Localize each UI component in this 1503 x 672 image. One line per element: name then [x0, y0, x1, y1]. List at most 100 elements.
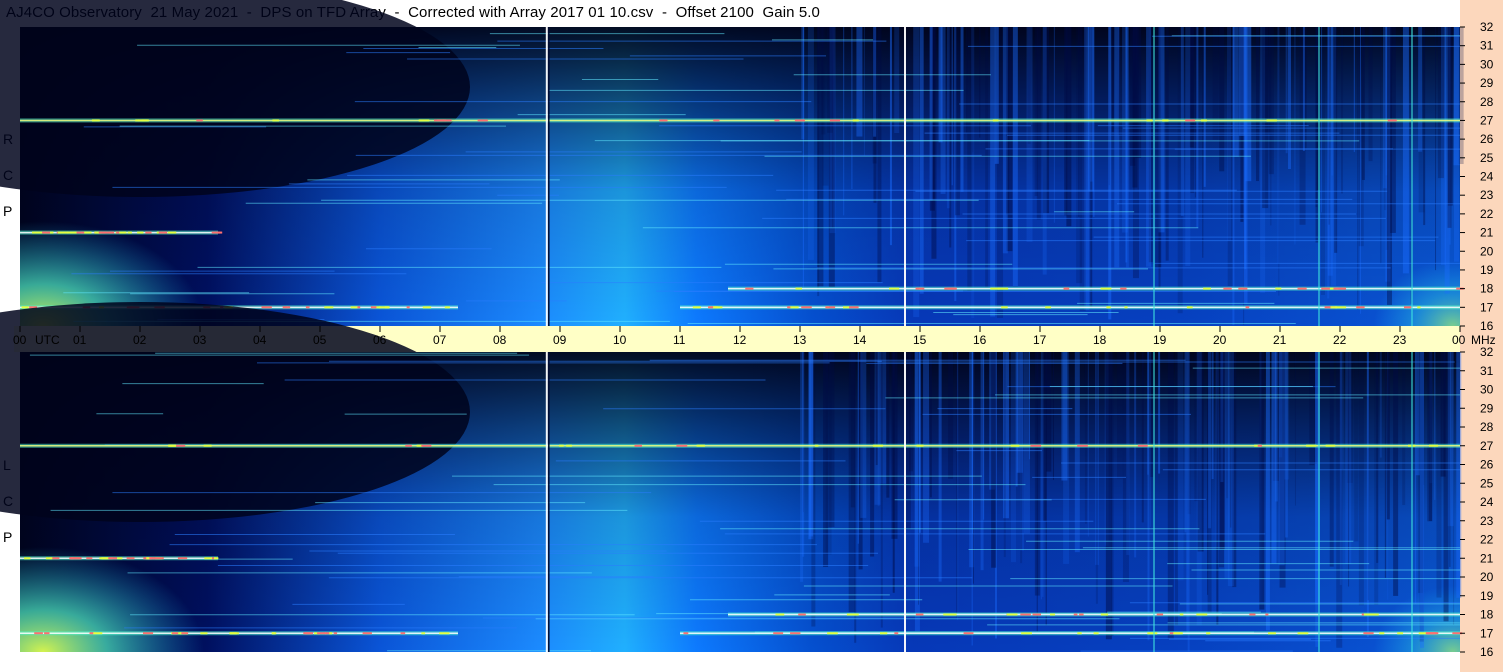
time-tick-label: 11	[673, 333, 686, 347]
freq-tick-label: 17	[1480, 300, 1494, 314]
band-hotspot	[1363, 632, 1374, 635]
band-hotspot	[713, 119, 720, 122]
band-hotspot	[329, 632, 333, 635]
band-hotspot	[1100, 613, 1109, 616]
band-hotspot	[271, 632, 275, 635]
band-hotspot	[1186, 306, 1193, 309]
band-hotspot	[69, 557, 74, 560]
band-hotspot	[848, 306, 859, 309]
band-hotspot	[1179, 613, 1184, 616]
freq-tick-label: 32	[1480, 345, 1494, 359]
band-hotspot	[444, 306, 450, 309]
band-hotspot	[229, 632, 237, 635]
noise-streak	[1146, 352, 1149, 475]
freq-tick-label: 28	[1480, 95, 1494, 109]
band-hotspot	[1238, 287, 1248, 290]
noise-streak	[1435, 27, 1437, 271]
band-hotspot	[21, 306, 29, 309]
band-hotspot	[1265, 613, 1269, 616]
noise-streak	[1329, 352, 1334, 567]
noise-streak	[870, 352, 875, 557]
band-hotspot	[1306, 444, 1317, 447]
spectrogram-chart: 16 17 18 19 20 21 22 23 24 25 26 27 28 29 30 31 32 16 17 18…	[0, 0, 1496, 659]
band-hotspot	[1356, 306, 1365, 309]
band-hotspot	[1077, 444, 1088, 447]
band-hotspot	[798, 613, 806, 616]
time-tick-label: 13	[793, 333, 807, 347]
noise-streak	[823, 352, 829, 568]
freq-tick-label: 25	[1480, 151, 1494, 165]
noise-streak	[1042, 352, 1044, 597]
noise-streak	[1108, 27, 1112, 320]
band-hotspot	[1223, 287, 1232, 290]
band-hotspot	[659, 119, 668, 122]
noise-streak	[1190, 27, 1195, 193]
band-hotspot	[852, 613, 859, 616]
freq-tick-label: 21	[1480, 226, 1494, 240]
noise-streak	[1194, 27, 1196, 198]
band-hotspot	[1324, 306, 1330, 309]
noise-streak	[1262, 27, 1269, 209]
band-hotspot	[1021, 632, 1032, 635]
band-hotspot	[158, 231, 168, 234]
noise-streak	[1386, 352, 1390, 520]
noise-streak	[1358, 352, 1364, 606]
noise-streak	[1259, 352, 1265, 610]
noise-streak	[1015, 352, 1018, 487]
band-hotspot	[93, 632, 103, 635]
time-tick-label: 16	[973, 333, 987, 347]
noise-streak	[1449, 352, 1451, 567]
noise-streak	[1402, 352, 1406, 506]
band-hotspot	[1001, 306, 1008, 309]
band-hotspot	[963, 632, 974, 635]
band-hotspot	[828, 306, 836, 309]
band-hotspot	[286, 306, 291, 309]
band-hotspot	[1297, 287, 1307, 290]
noise-streak	[1348, 352, 1350, 587]
time-tick-label: 10	[613, 333, 627, 347]
band-hotspot	[76, 231, 85, 234]
noise-streak	[857, 352, 859, 544]
band-hotspot	[1275, 287, 1282, 290]
band-hotspot	[683, 632, 689, 635]
band-hotspot	[843, 306, 850, 309]
noise-streak	[1196, 27, 1199, 228]
band-hotspot	[1030, 444, 1042, 447]
freq-tick-label: 26	[1480, 458, 1494, 472]
freq-tick-label: 29	[1480, 76, 1494, 90]
noise-streak	[938, 352, 942, 582]
noise-streak	[1052, 352, 1054, 480]
noise-streak	[860, 352, 867, 518]
band-hotspot	[1379, 632, 1385, 635]
time-last-label: 00	[1452, 333, 1466, 347]
band-hotspot	[1268, 632, 1276, 635]
noise-streak	[1453, 27, 1460, 166]
noise-streak	[1437, 27, 1444, 179]
band-hotspot	[117, 557, 123, 560]
time-tick-label: 03	[193, 333, 207, 347]
noise-streak	[1270, 27, 1272, 226]
noise-streak	[801, 27, 805, 140]
band-hotspot	[1093, 632, 1099, 635]
noise-streak	[1003, 352, 1006, 558]
band-hotspot	[1321, 287, 1330, 290]
band-hotspot	[827, 632, 838, 635]
band-hotspot	[1100, 287, 1112, 290]
band-hotspot	[1137, 444, 1148, 447]
band-hotspot	[1387, 119, 1397, 122]
noise-streak	[1095, 352, 1098, 604]
band-hotspot	[305, 306, 310, 309]
noise-streak	[1243, 27, 1248, 304]
noise-streak	[1202, 27, 1204, 258]
band-hotspot	[1045, 306, 1052, 309]
band-hotspot	[200, 632, 208, 635]
noise-streak	[1384, 352, 1386, 578]
band-hotspot	[1010, 444, 1020, 447]
noise-streak	[1130, 27, 1136, 166]
noise-streak	[948, 352, 954, 479]
noise-streak	[909, 352, 914, 472]
time-tick-label: 17	[1033, 333, 1047, 347]
noise-streak	[1341, 27, 1344, 194]
noise-streak	[1066, 27, 1072, 227]
noise-streak	[966, 27, 968, 133]
